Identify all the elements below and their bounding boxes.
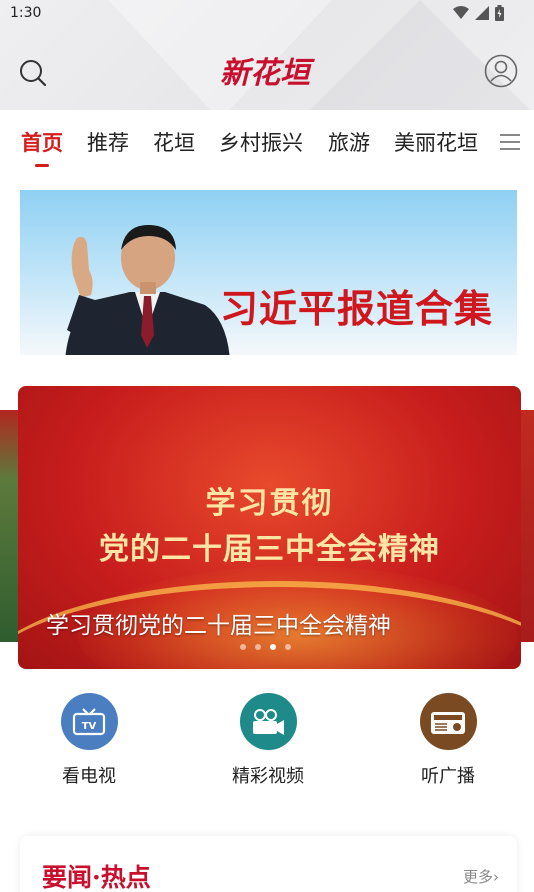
tab-recommend[interactable]: 推荐 (87, 127, 129, 157)
carousel-dot[interactable] (285, 644, 291, 650)
search-icon[interactable] (18, 58, 48, 88)
status-icons (453, 5, 504, 21)
more-link[interactable]: 更多› (463, 866, 499, 887)
featured-video-label: 精彩视频 (232, 766, 304, 787)
active-tab-indicator (35, 164, 49, 167)
watch-tv-entry[interactable]: TV 看电视 (29, 693, 149, 788)
tab-home[interactable]: 首页 (21, 127, 63, 157)
tab-beautiful-huayuan[interactable]: 美丽花垣 (394, 127, 478, 157)
more-label: 更多 (463, 868, 494, 886)
app-screen: 1:30 新花垣 首页 推荐 花垣 乡村振兴 旅游 美丽花垣 习近平报道合集 学… (0, 0, 534, 892)
listen-radio-entry[interactable]: 听广播 (388, 693, 508, 788)
carousel-indicator (240, 644, 291, 650)
carousel-headline-line1: 学习贯彻 (205, 486, 334, 521)
radio-icon (419, 693, 477, 750)
svg-text:TV: TV (82, 721, 97, 732)
carousel-dot[interactable] (255, 644, 261, 650)
tab-huayuan[interactable]: 花垣 (153, 127, 195, 157)
signal-icon (475, 6, 489, 20)
battery-icon (495, 5, 504, 21)
app-logo: 新花垣 (220, 56, 310, 91)
tab-travel[interactable]: 旅游 (328, 127, 370, 157)
xi-report-banner[interactable]: 习近平报道合集 (20, 190, 517, 355)
news-section-title: 要闻·热点 (42, 863, 151, 892)
menu-icon[interactable] (499, 133, 521, 151)
featured-carousel[interactable]: 学习贯彻 党的二十届三中全会精神 学习贯彻党的二十届三中全会精神 (18, 386, 521, 669)
carousel-dot[interactable] (240, 644, 246, 650)
leader-photo (65, 224, 230, 355)
carousel-caption: 学习贯彻党的二十届三中全会精神 (46, 613, 391, 639)
featured-video-entry[interactable]: 精彩视频 (208, 693, 328, 788)
header-background: 1:30 新花垣 (0, 0, 534, 110)
carousel-dot-active[interactable] (270, 644, 276, 650)
news-section: 要闻·热点 更多› (20, 836, 517, 892)
video-camera-icon (239, 693, 297, 750)
chevron-right-icon: › (493, 868, 500, 886)
channel-tabs: 首页 推荐 花垣 乡村振兴 旅游 美丽花垣 (0, 110, 534, 172)
watch-tv-label: 看电视 (62, 766, 116, 787)
tab-rural-revitalization[interactable]: 乡村振兴 (219, 127, 303, 157)
user-icon[interactable] (484, 54, 518, 88)
carousel-headline-line2: 党的二十届三中全会精神 (99, 532, 440, 567)
status-time: 1:30 (10, 5, 42, 21)
wifi-icon (453, 6, 469, 19)
banner-title: 习近平报道合集 (220, 287, 494, 331)
tv-icon: TV (60, 693, 118, 750)
listen-radio-label: 听广播 (421, 766, 475, 787)
